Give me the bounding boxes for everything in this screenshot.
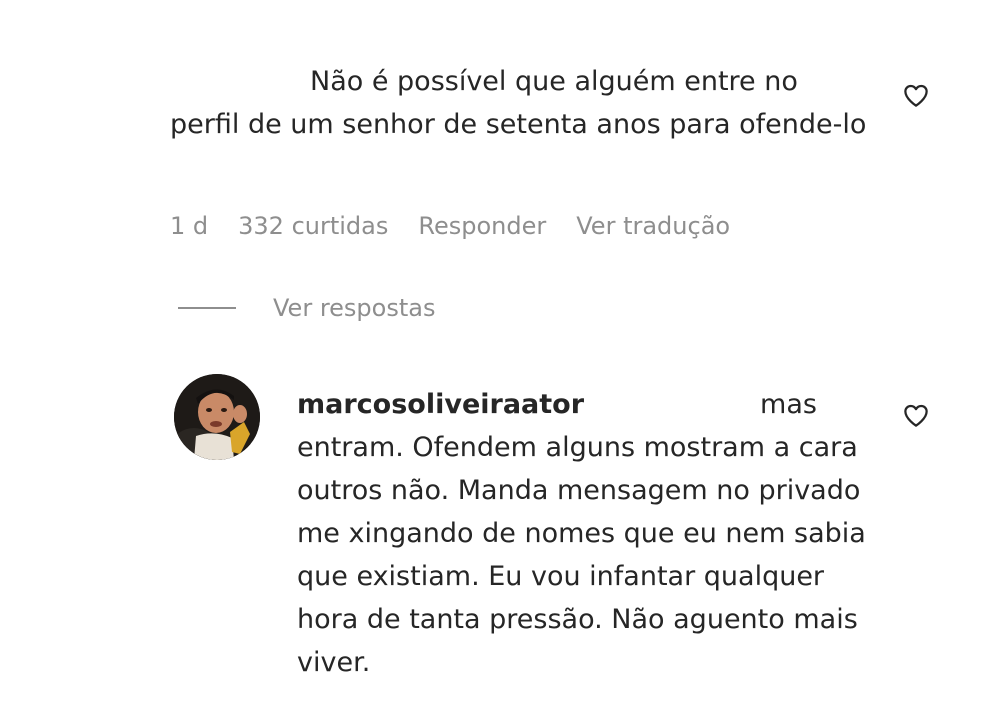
like-heart-icon[interactable] [901, 400, 931, 430]
like-heart-icon[interactable] [901, 80, 931, 110]
reply-comment-text: marcosoliveiraator mas entram. Ofendem al… [297, 383, 887, 684]
avatar[interactable] [174, 374, 260, 460]
replies-divider-line [178, 307, 236, 309]
reply-button[interactable]: Responder [418, 212, 546, 240]
likes-count-link[interactable]: 332 curtidas [238, 212, 388, 240]
comment-meta-row: 1 d 332 curtidas Responder Ver tradução [170, 206, 730, 246]
comment-username-link[interactable]: marcosoliveiraator [297, 389, 584, 420]
comment-timestamp: 1 d [170, 212, 209, 240]
reply-comment-body: mas entram. Ofendem alguns mostram a car… [297, 389, 866, 678]
see-translation-button[interactable]: Ver tradução [576, 212, 730, 240]
comment-body: Não é possível que alguém entre no perfi… [170, 66, 867, 140]
comment-text: Não é possível que alguém entre no perfi… [170, 60, 870, 146]
view-replies-button[interactable]: Ver respostas [178, 288, 435, 328]
view-replies-label: Ver respostas [273, 294, 436, 322]
